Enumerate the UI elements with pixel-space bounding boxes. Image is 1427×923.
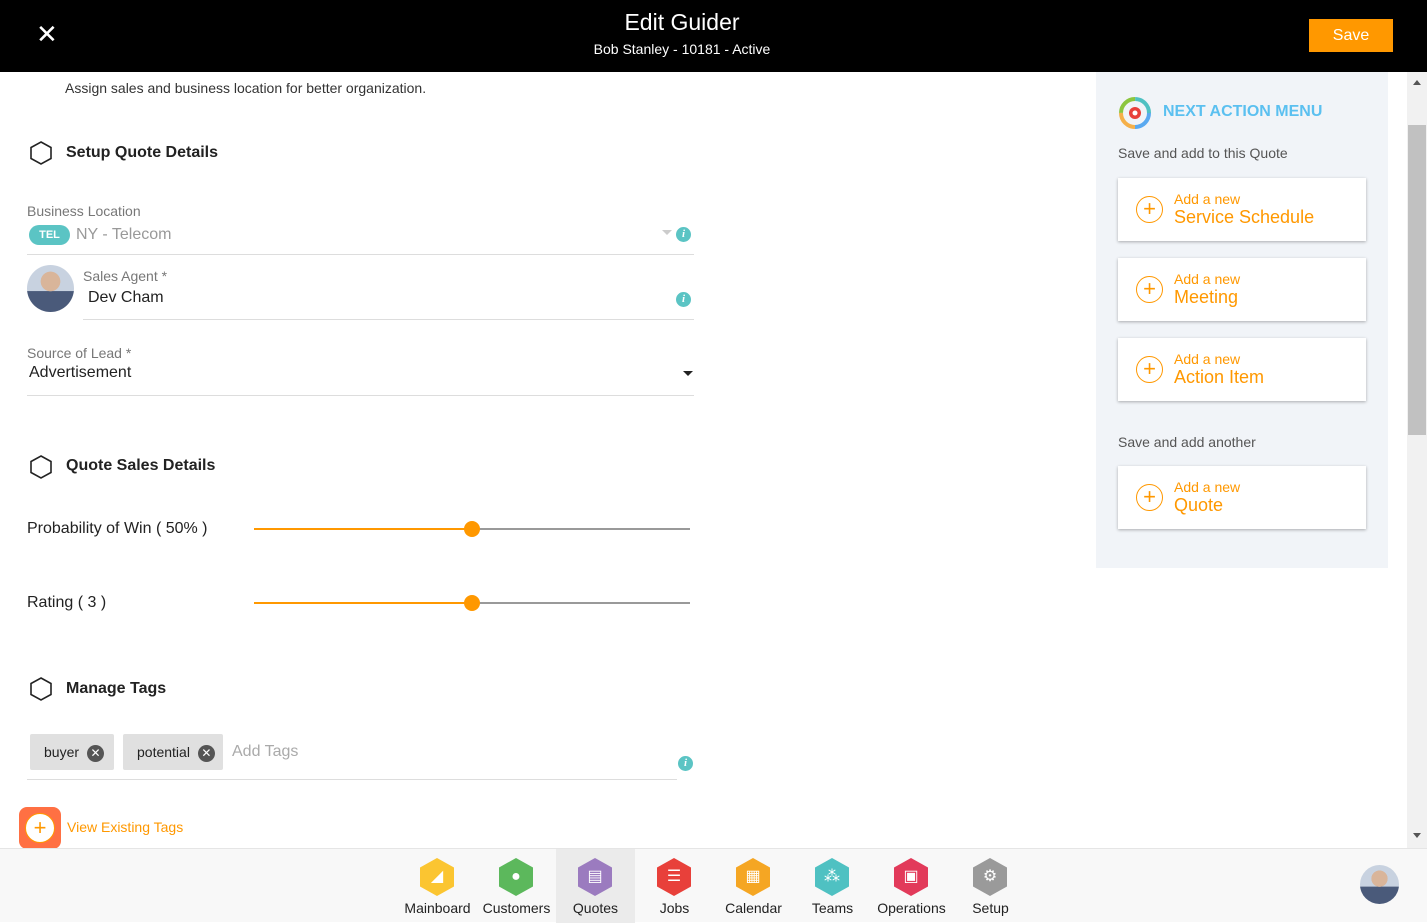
remove-tag-icon[interactable]: ✕ [197,744,215,762]
view-tags-button[interactable]: + [19,807,61,849]
business-location-select[interactable]: NY - Telecom [76,226,171,244]
nav-item-setup[interactable]: ⚙ Setup [951,849,1030,923]
scroll-down-icon[interactable] [1413,833,1421,838]
probability-label: Probability of Win ( 50% ) [27,520,208,537]
business-location-label: Business Location [27,203,141,219]
setup-icon: ⚙ [973,858,1007,896]
divider [27,779,677,780]
bottom-nav: ◢ Mainboard ● Customers ▤ Quotes ☰ Jobs ▦ Calenda… [0,848,1427,923]
info-icon[interactable]: i [676,227,691,242]
section-title-sales: Quote Sales Details [66,457,216,474]
mainboard-icon: ◢ [420,858,454,896]
divider [83,319,694,320]
next-action-panel: NEXT ACTION MENU Save and add to this Qu… [1096,72,1388,568]
sales-agent-label: Sales Agent * [83,268,168,284]
hexagon-icon [30,455,52,479]
group-label: Save and add another [1118,434,1256,450]
nav-label: Customers [482,900,551,916]
header: ✕ Edit Guider Bob Stanley - 10181 - Acti… [0,0,1427,72]
plus-icon: + [1136,196,1163,223]
avatar [27,265,74,312]
rating-slider[interactable] [254,594,690,612]
next-action-gear-icon [1119,97,1151,129]
nav-item-teams[interactable]: ⁂ Teams [793,849,872,923]
hexagon-icon [30,677,52,701]
section-title-setup: Setup Quote Details [66,144,219,161]
slider-handle[interactable] [464,595,480,611]
nav-label: Teams [811,900,854,916]
divider [27,254,694,255]
plus-icon: + [1136,356,1163,383]
hexagon-icon [30,141,52,165]
teams-icon: ⁂ [815,858,849,896]
nav-label: Quotes [572,900,619,916]
intro-text: Assign sales and business location for b… [65,80,427,96]
nav-item-jobs[interactable]: ☰ Jobs [635,849,714,923]
scrollbar[interactable] [1407,72,1427,848]
nav-label: Operations [877,900,946,916]
rating-label: Rating ( 3 ) [27,594,107,611]
page-subtitle: Bob Stanley - 10181 - Active [593,41,771,57]
add-tags-input[interactable]: Add Tags [232,743,298,761]
page-title: Edit Guider [624,9,740,35]
calendar-icon: ▦ [736,858,770,896]
remove-tag-icon[interactable]: ✕ [87,744,105,762]
add-action-item-card[interactable]: + Add a new Action Item [1118,338,1366,401]
sales-agent-input[interactable]: Dev Cham [88,289,164,307]
source-of-lead-label: Source of Lead * [27,345,132,361]
divider [27,395,694,396]
quotes-icon: ▤ [578,858,612,896]
jobs-icon: ☰ [657,858,691,896]
nav-item-mainboard[interactable]: ◢ Mainboard [398,849,477,923]
nav-label: Mainboard [404,900,471,916]
plus-icon: + [1136,276,1163,303]
info-icon[interactable]: i [676,292,691,307]
save-button[interactable]: Save [1309,19,1393,52]
add-quote-card[interactable]: + Add a new Quote [1118,466,1366,529]
scrollbar-thumb[interactable] [1408,125,1426,435]
chevron-down-icon[interactable] [683,371,693,376]
nav-label: Jobs [659,900,690,916]
group-label: Save and add to this Quote [1118,145,1288,161]
add-meeting-card[interactable]: + Add a new Meeting [1118,258,1366,321]
view-existing-tags-link[interactable]: View Existing Tags [67,819,183,835]
scroll-up-icon[interactable] [1413,80,1421,85]
nav-item-customers[interactable]: ● Customers [477,849,556,923]
slider-handle[interactable] [464,521,480,537]
plus-icon: + [25,813,55,843]
chevron-down-icon [662,230,672,235]
tag-chip: potential ✕ [123,734,223,770]
operations-icon: ▣ [894,858,928,896]
nav-item-operations[interactable]: ▣ Operations [872,849,951,923]
nav-item-quotes[interactable]: ▤ Quotes [556,849,635,923]
nav-item-calendar[interactable]: ▦ Calendar [714,849,793,923]
source-of-lead-select[interactable]: Advertisement [29,364,131,382]
customers-icon: ● [499,858,533,896]
location-badge: TEL [29,225,70,245]
panel-title: NEXT ACTION MENU [1163,103,1323,120]
tag-chip: buyer ✕ [30,734,114,770]
nav-label: Setup [972,900,1009,916]
user-avatar[interactable] [1360,865,1399,904]
nav-label: Calendar [725,900,782,916]
probability-slider[interactable] [254,520,690,538]
plus-icon: + [1136,484,1163,511]
add-service-schedule-card[interactable]: + Add a new Service Schedule [1118,178,1366,241]
section-title-tags: Manage Tags [66,680,167,697]
info-icon[interactable]: i [678,756,693,771]
